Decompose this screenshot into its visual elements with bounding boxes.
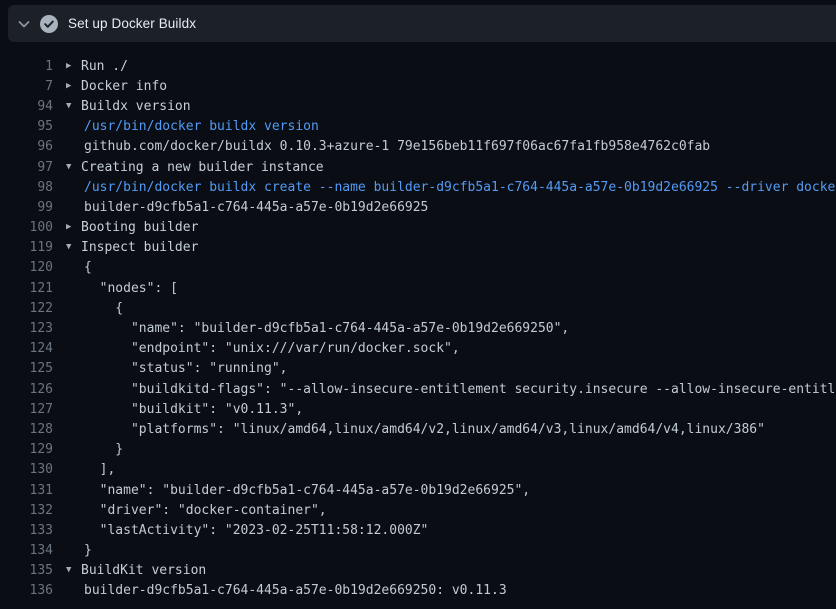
log-line-row: 127 "buildkit": "v0.11.3",	[0, 399, 836, 419]
log-command-text: /usr/bin/docker buildx version	[84, 119, 319, 134]
log-output-text: "driver": "docker-container",	[84, 503, 327, 518]
group-title: Creating a new builder instance	[81, 160, 324, 175]
line-number[interactable]: 95	[0, 119, 53, 134]
group-title: Run ./	[81, 59, 128, 74]
line-number[interactable]: 136	[0, 583, 53, 598]
log-group-row[interactable]: 100 ▶Booting builder	[0, 218, 836, 238]
group-title: Docker info	[81, 79, 167, 94]
log-output-text: {	[84, 260, 92, 275]
log-output-text: "lastActivity": "2023-02-25T11:58:12.000…	[84, 523, 428, 538]
line-number[interactable]: 129	[0, 442, 53, 457]
line-number[interactable]: 99	[0, 200, 53, 215]
log-line-row: 133 "lastActivity": "2023-02-25T11:58:12…	[0, 520, 836, 540]
line-number[interactable]: 96	[0, 139, 53, 154]
log-line-row: 95/usr/bin/docker buildx version	[0, 117, 836, 137]
log-line-row: 121 "nodes": [	[0, 278, 836, 298]
log-group-row[interactable]: 94 ▼Buildx version	[0, 96, 836, 116]
line-number[interactable]: 132	[0, 503, 53, 518]
log-group-row[interactable]: 97 ▼Creating a new builder instance	[0, 157, 836, 177]
chevron-down-icon[interactable]	[16, 16, 32, 32]
line-number[interactable]: 121	[0, 281, 53, 296]
group-expanded-icon[interactable]: ▼	[66, 102, 81, 111]
log-command-text: /usr/bin/docker buildx create --name bui…	[84, 180, 836, 195]
line-number[interactable]: 119	[0, 240, 53, 255]
log-line-row: 126 "buildkitd-flags": "--allow-insecure…	[0, 379, 836, 399]
line-number[interactable]: 122	[0, 301, 53, 316]
line-number[interactable]: 1	[0, 59, 53, 74]
line-number[interactable]: 94	[0, 99, 53, 114]
log-line-row: 129 }	[0, 440, 836, 460]
log-line-row: 120 {	[0, 258, 836, 278]
log-output-text: builder-d9cfb5a1-c764-445a-a57e-0b19d2e6…	[84, 200, 428, 215]
log-output-text: github.com/docker/buildx 0.10.3+azure-1 …	[84, 139, 710, 154]
line-number[interactable]: 7	[0, 79, 53, 94]
log-output-text: }	[84, 442, 123, 457]
group-expanded-icon[interactable]: ▼	[66, 163, 81, 172]
log-output-text: }	[84, 543, 92, 558]
log-line-row: 99 builder-d9cfb5a1-c764-445a-a57e-0b19d2…	[0, 197, 836, 217]
log-output-text: "platforms": "linux/amd64,linux/amd64/v2…	[84, 422, 765, 437]
line-number[interactable]: 120	[0, 260, 53, 275]
log-output-text: {	[84, 301, 123, 316]
log-output-text: "status": "running",	[84, 361, 288, 376]
log-output-text: "buildkit": "v0.11.3",	[84, 402, 303, 417]
group-collapsed-icon[interactable]: ▶	[66, 62, 81, 71]
log-line-row: 96 github.com/docker/buildx 0.10.3+azure-…	[0, 137, 836, 157]
group-title: Booting builder	[81, 220, 198, 235]
line-number[interactable]: 100	[0, 220, 53, 235]
log-output-text: "endpoint": "unix:///var/run/docker.sock…	[84, 341, 460, 356]
line-number[interactable]: 130	[0, 462, 53, 477]
log-line-row: 131 "name": "builder-d9cfb5a1-c764-445a-…	[0, 480, 836, 500]
line-number[interactable]: 134	[0, 543, 53, 558]
log-area: 1▶Run ./7▶Docker info94▼Buildx version95…	[0, 42, 836, 601]
log-line-row: 123 "name": "builder-d9cfb5a1-c764-445a-…	[0, 318, 836, 338]
line-number[interactable]: 98	[0, 180, 53, 195]
log-line-row: 128 "platforms": "linux/amd64,linux/amd6…	[0, 419, 836, 439]
group-collapsed-icon[interactable]: ▶	[66, 223, 81, 232]
group-expanded-icon[interactable]: ▼	[66, 566, 81, 575]
line-number[interactable]: 131	[0, 483, 53, 498]
step-header[interactable]: Set up Docker Buildx	[8, 5, 836, 42]
line-number[interactable]: 127	[0, 402, 53, 417]
log-line-row: 130 ],	[0, 460, 836, 480]
log-output-text: builder-d9cfb5a1-c764-445a-a57e-0b19d2e6…	[84, 583, 507, 598]
log-line-row: 136 builder-d9cfb5a1-c764-445a-a57e-0b19d…	[0, 581, 836, 601]
group-collapsed-icon[interactable]: ▶	[66, 82, 81, 91]
log-line-row: 124 "endpoint": "unix:///var/run/docker.…	[0, 339, 836, 359]
log-output-text: "name": "builder-d9cfb5a1-c764-445a-a57e…	[84, 483, 530, 498]
log-output-text: ],	[84, 462, 115, 477]
line-number[interactable]: 133	[0, 523, 53, 538]
log-group-row[interactable]: 7 ▶Docker info	[0, 76, 836, 96]
log-line-row: 132 "driver": "docker-container",	[0, 500, 836, 520]
line-number[interactable]: 135	[0, 563, 53, 578]
line-number[interactable]: 124	[0, 341, 53, 356]
group-expanded-icon[interactable]: ▼	[66, 243, 81, 252]
step-title: Set up Docker Buildx	[68, 16, 196, 31]
log-line-row: 98/usr/bin/docker buildx create --name b…	[0, 177, 836, 197]
log-line-row: 134}	[0, 541, 836, 561]
group-title: Buildx version	[81, 99, 191, 114]
log-line-row: 122 {	[0, 298, 836, 318]
check-circle-icon	[40, 15, 58, 33]
log-output-text: "nodes": [	[84, 281, 178, 296]
line-number[interactable]: 125	[0, 361, 53, 376]
log-output-text: "buildkitd-flags": "--allow-insecure-ent…	[84, 382, 836, 397]
group-title: BuildKit version	[81, 563, 206, 578]
line-number[interactable]: 97	[0, 160, 53, 175]
log-group-row[interactable]: 1 ▶Run ./	[0, 56, 836, 76]
group-title: Inspect builder	[81, 240, 198, 255]
line-number[interactable]: 126	[0, 382, 53, 397]
log-group-row[interactable]: 135 ▼BuildKit version	[0, 561, 836, 581]
log-group-row[interactable]: 119 ▼Inspect builder	[0, 238, 836, 258]
log-output-text: "name": "builder-d9cfb5a1-c764-445a-a57e…	[84, 321, 569, 336]
log-line-row: 125 "status": "running",	[0, 359, 836, 379]
line-number[interactable]: 123	[0, 321, 53, 336]
line-number[interactable]: 128	[0, 422, 53, 437]
actions-log-viewer: { "header": { "title": "Set up Docker Bu…	[0, 5, 836, 609]
